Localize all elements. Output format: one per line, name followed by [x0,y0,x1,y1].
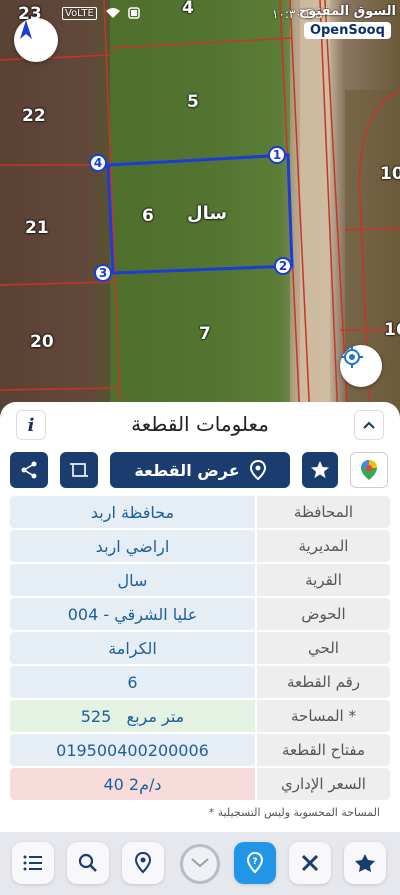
parcel-number: 22 [22,106,46,126]
row-value: اراضي اربد [10,530,255,562]
parcel-number: 10 [380,164,400,184]
tools-icon [301,854,319,872]
area-footnote: * المساحة المحسوبة وليس التسجيلية [208,806,380,819]
row-label: المساحة * [257,700,390,732]
logo-english: OpenSooq [303,22,391,39]
row-value: 019500400200006 [10,734,255,766]
tools-button[interactable] [289,842,331,884]
row-label: السعر الإداري [257,768,390,800]
row-value: 525 متر مربع [10,700,255,732]
my-location-button[interactable] [340,345,382,387]
row-value: سال [10,564,255,596]
frame-icon [70,463,88,477]
google-maps-button[interactable] [350,452,388,488]
row-value: عليا الشرقي - 004 [10,598,255,630]
action-bar: عرض القطعة [0,452,400,488]
panel-title: معلومات القطعة [131,412,269,436]
compass-button[interactable] [14,18,58,62]
row-value: 6 [10,666,255,698]
crosshair-icon [341,346,363,368]
vertex-marker: 1 [268,146,286,164]
logo-arabic: السوق المفتوح [298,4,396,19]
location-pin-icon [134,852,152,874]
row-label: مفتاح القطعة [257,734,390,766]
info-row: سال القرية [10,564,390,596]
row-label: المحافظة [257,496,390,528]
village-map-label: سال [187,203,228,224]
location-pin-button[interactable] [122,842,164,884]
home-button[interactable] [344,842,386,884]
row-value: محافظة اربد [10,496,255,528]
favorite-button[interactable] [302,452,338,488]
share-button[interactable] [10,452,48,488]
collapse-button[interactable] [354,410,384,440]
info-row: 019500400200006 مفتاح القطعة [10,734,390,766]
help-pin-button[interactable]: ? [234,842,276,884]
parcel-number: 20 [30,332,54,352]
share-icon [21,461,37,479]
star-icon [311,461,329,478]
row-label: الحي [257,632,390,664]
info-row: اراضي اربد المديرية [10,530,390,562]
parcel-number: 6 [142,206,154,226]
parcel-info-panel: i معلومات القطعة عرض القطعة محافظة اربد … [0,402,400,832]
row-value: الكرامة [10,632,255,664]
vertex-marker: 4 [89,154,107,172]
show-parcel-button[interactable]: عرض القطعة [110,452,290,488]
info-row: محافظة اربد المحافظة [10,496,390,528]
show-parcel-label: عرض القطعة [134,460,240,480]
list-button[interactable] [12,842,54,884]
bottom-toolbar: ? [0,832,400,895]
parcel-number: 5 [187,92,199,112]
map-view[interactable]: 23 4 5 22 21 6 20 7 10 16 سال 1 2 3 4 Vo… [0,0,400,420]
parcel-number: 16 [384,320,400,340]
status-time: ١٠:٣٠ [272,7,302,21]
map-pin-icon [249,460,266,480]
info-row: الكرامة الحي [10,632,390,664]
vertex-marker: 2 [274,257,292,275]
search-button[interactable] [67,842,109,884]
row-label: الحوض [257,598,390,630]
info-row: عليا الشرقي - 004 الحوض [10,598,390,630]
google-maps-icon [361,460,377,480]
info-row: 525 متر مربع المساحة * [10,700,390,732]
parcel-info-table: محافظة اربد المحافظة اراضي اربد المديرية… [10,496,390,802]
star-shape-icon [355,854,375,872]
info-row: 6 رقم القطعة [10,666,390,698]
chevrons-icon [191,858,209,868]
panel-header: i معلومات القطعة [0,402,400,446]
row-label: المديرية [257,530,390,562]
parcel-number: 7 [199,324,211,344]
vertex-marker: 3 [94,264,112,282]
info-row: 40 د/م2 السعر الإداري [10,768,390,800]
frame-button[interactable] [60,452,98,488]
parcel-number: 21 [25,218,49,238]
opensooq-logo: السوق المفتوح OpenSooq [299,4,396,39]
drag-handle-button[interactable] [180,844,220,884]
question-pin-icon: ? [246,852,264,874]
volte-indicator: VoLTE [62,7,97,20]
row-value: 40 د/م2 [10,768,255,800]
list-icon [23,855,42,871]
compass-icon [20,20,32,39]
row-label: القرية [257,564,390,596]
svg-text:?: ? [252,857,257,867]
chevron-up-icon [363,421,375,429]
search-icon [78,853,97,872]
row-label: رقم القطعة [257,666,390,698]
